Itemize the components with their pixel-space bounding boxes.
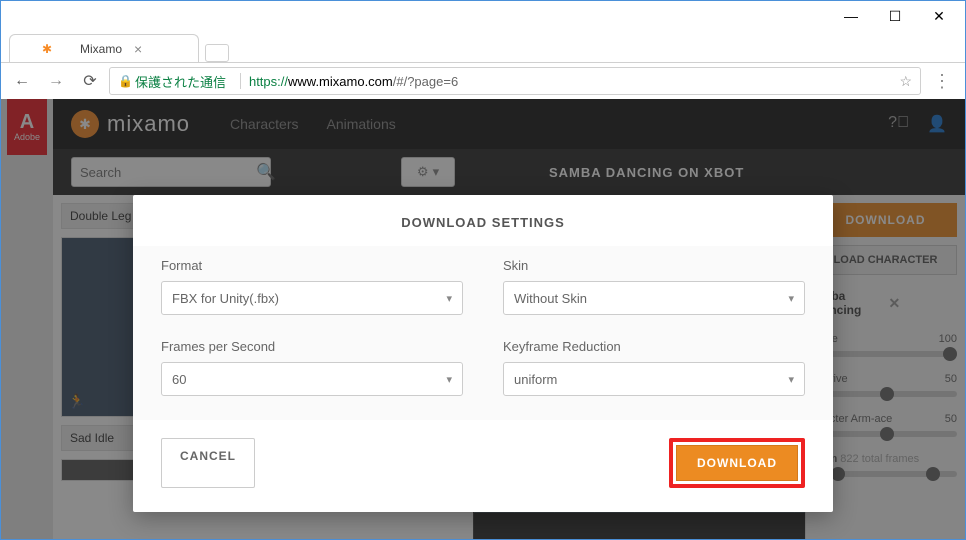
url-protocol: https:// bbox=[249, 74, 288, 89]
fps-value: 60 bbox=[172, 372, 186, 387]
nav-back-button[interactable]: ← bbox=[7, 66, 37, 96]
new-tab-button[interactable] bbox=[205, 44, 229, 62]
download-settings-modal: DOWNLOAD SETTINGS Format FBX for Unity(.… bbox=[133, 195, 833, 512]
window-maximize-button[interactable]: ☐ bbox=[873, 2, 917, 30]
secure-label: 保護された通信 bbox=[135, 72, 226, 91]
field-fps: Frames per Second 60 bbox=[161, 339, 463, 396]
modal-overlay: DOWNLOAD SETTINGS Format FBX for Unity(.… bbox=[1, 99, 965, 539]
field-skin: Skin Without Skin bbox=[503, 258, 805, 315]
window-minimize-button[interactable]: — bbox=[829, 2, 873, 30]
keyframe-select[interactable]: uniform bbox=[503, 362, 805, 396]
format-label: Format bbox=[161, 258, 463, 273]
cancel-button[interactable]: CANCEL bbox=[161, 438, 255, 488]
tab-close-icon[interactable]: × bbox=[134, 41, 188, 57]
tab-title: Mixamo bbox=[80, 42, 134, 56]
mixamo-favicon-icon: ✱ bbox=[20, 42, 74, 56]
skin-label: Skin bbox=[503, 258, 805, 273]
keyframe-value: uniform bbox=[514, 372, 557, 387]
browser-menu-button[interactable]: ⋮ bbox=[925, 66, 959, 96]
download-highlight: DOWNLOAD bbox=[669, 438, 805, 488]
fps-select[interactable]: 60 bbox=[161, 362, 463, 396]
browser-toolbar: ← → ⟳ 🔒 保護された通信 https://www.mixamo.com/#… bbox=[1, 63, 965, 99]
field-format: Format FBX for Unity(.fbx) bbox=[161, 258, 463, 315]
skin-select[interactable]: Without Skin bbox=[503, 281, 805, 315]
separator bbox=[240, 73, 241, 89]
url-path: /#/?page=6 bbox=[393, 74, 458, 89]
keyframe-label: Keyframe Reduction bbox=[503, 339, 805, 354]
window-titlebar: — ☐ ✕ bbox=[1, 1, 965, 31]
lock-icon: 🔒 bbox=[118, 74, 133, 88]
url-host: www.mixamo.com bbox=[288, 74, 393, 89]
browser-tabs: ✱ Mixamo × bbox=[1, 31, 965, 63]
field-keyframe: Keyframe Reduction uniform bbox=[503, 339, 805, 396]
nav-forward-button[interactable]: → bbox=[41, 66, 71, 96]
modal-download-button[interactable]: DOWNLOAD bbox=[676, 445, 798, 481]
format-select[interactable]: FBX for Unity(.fbx) bbox=[161, 281, 463, 315]
fps-label: Frames per Second bbox=[161, 339, 463, 354]
nav-reload-button[interactable]: ⟳ bbox=[75, 66, 105, 96]
bookmark-star-icon[interactable]: ☆ bbox=[899, 73, 912, 90]
modal-title: DOWNLOAD SETTINGS bbox=[133, 195, 833, 246]
browser-tab[interactable]: ✱ Mixamo × bbox=[9, 34, 199, 62]
address-bar[interactable]: 🔒 保護された通信 https://www.mixamo.com/#/?page… bbox=[109, 67, 921, 95]
skin-value: Without Skin bbox=[514, 291, 587, 306]
window-close-button[interactable]: ✕ bbox=[917, 2, 961, 30]
format-value: FBX for Unity(.fbx) bbox=[172, 291, 279, 306]
